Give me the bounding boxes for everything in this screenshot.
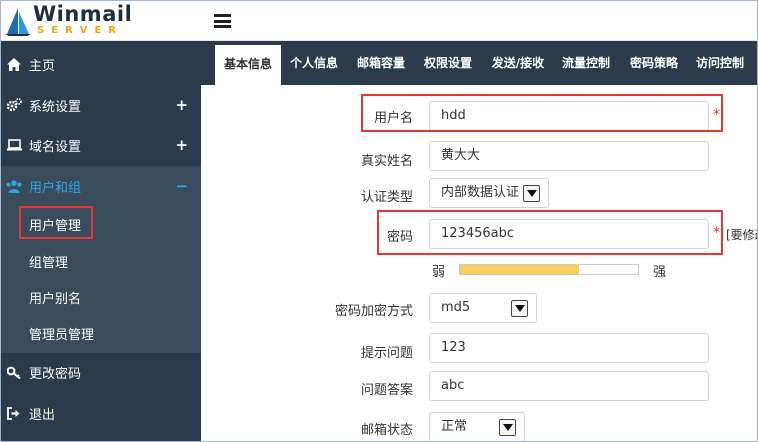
gears-icon [6, 98, 22, 112]
nav-logout-label: 退出 [29, 407, 56, 423]
chevron-down-icon [511, 300, 528, 317]
realname-field[interactable]: 黄大大 [429, 141, 709, 171]
hint-question-label: 提示问题 [360, 346, 413, 361]
brand-sub: SERVER [37, 25, 124, 36]
nav-users-groups-label: 用户和组 [29, 180, 82, 196]
top-bar [201, 1, 757, 41]
chevron-down-icon [523, 185, 540, 202]
password-strength-bar [459, 264, 639, 275]
basic-info-form: 用户名 hdd * 真实姓名 黄大大 认证类型 内部数据认证 密码 123456… [201, 85, 757, 441]
password-strength-fill [460, 265, 580, 274]
strength-strong-label: 强 [653, 265, 667, 280]
sign-out-icon [6, 406, 22, 420]
nav-users-groups[interactable]: 用户和组 − [1, 166, 201, 206]
brand-name: Winmail [33, 2, 133, 26]
strength-weak-label: 弱 [432, 265, 446, 280]
highlight-box-user-management [19, 206, 93, 239]
question-answer-label: 问题答案 [360, 383, 413, 398]
key-icon [6, 366, 22, 379]
tab-permissions[interactable]: 权限设置 [417, 41, 479, 85]
logo-sail-icon [5, 8, 31, 36]
nav-system-settings[interactable]: 系统设置 + [1, 85, 201, 125]
question-answer-field[interactable]: abc [429, 371, 709, 401]
encryption-select[interactable]: md5 [429, 293, 537, 323]
nav-system-settings-label: 系统设置 [29, 99, 82, 115]
app-window: Winmail SERVER 主页 系统设置 + 域名设置 + 用户和组 − 用… [0, 0, 758, 442]
home-icon [6, 57, 22, 71]
submenu-user-alias[interactable]: 用户别名 [29, 288, 81, 307]
nav-domain-settings-label: 域名设置 [29, 139, 82, 155]
expand-icon[interactable]: + [175, 136, 188, 154]
tab-bar: 基本信息 个人信息 邮箱容量 权限设置 发送/接收 流量控制 密码策略 访问控制 [201, 41, 757, 85]
expand-icon[interactable]: + [175, 96, 188, 114]
nav-change-password-label: 更改密码 [29, 366, 82, 382]
realname-label: 真实姓名 [360, 154, 413, 169]
nav-home[interactable]: 主页 [1, 44, 201, 84]
nav-logout[interactable]: 退出 [1, 393, 201, 433]
chevron-down-icon [499, 419, 516, 436]
tab-basic-info[interactable]: 基本信息 [215, 45, 281, 85]
submenu-admin-management[interactable]: 管理员管理 [29, 324, 94, 343]
tab-personal-info[interactable]: 个人信息 [283, 41, 345, 85]
nav-domain-settings[interactable]: 域名设置 + [1, 125, 201, 165]
tab-send-receive[interactable]: 发送/接收 [485, 41, 551, 85]
nav-change-password[interactable]: 更改密码 [1, 352, 201, 392]
encryption-value: md5 [441, 300, 471, 315]
tab-traffic-control[interactable]: 流量控制 [555, 41, 617, 85]
collapse-icon[interactable]: − [175, 177, 188, 195]
mailbox-status-label: 邮箱状态 [360, 423, 413, 438]
menu-toggle-icon[interactable] [214, 14, 231, 28]
highlight-box-username [361, 94, 723, 132]
mailbox-status-value: 正常 [441, 419, 468, 434]
encryption-label: 密码加密方式 [334, 304, 413, 319]
logo: Winmail SERVER [1, 1, 201, 41]
submenu-group-management[interactable]: 组管理 [29, 252, 68, 271]
highlight-box-password [377, 210, 723, 255]
auth-type-select[interactable]: 内部数据认证 [429, 178, 549, 208]
auth-type-label: 认证类型 [360, 190, 413, 205]
tab-mailbox-quota[interactable]: 邮箱容量 [349, 41, 413, 85]
laptop-icon [6, 139, 22, 151]
hint-question-field[interactable]: 123 [429, 333, 709, 363]
nav-home-label: 主页 [29, 58, 56, 74]
tab-password-policy[interactable]: 密码策略 [623, 41, 685, 85]
users-icon [6, 179, 22, 193]
auth-type-value: 内部数据认证 [441, 185, 520, 200]
tab-access-control[interactable]: 访问控制 [689, 41, 751, 85]
password-edit-note[interactable]: [要修改 [726, 226, 757, 243]
sidebar: Winmail SERVER 主页 系统设置 + 域名设置 + 用户和组 − 用… [1, 1, 201, 441]
mailbox-status-select[interactable]: 正常 [429, 412, 525, 441]
